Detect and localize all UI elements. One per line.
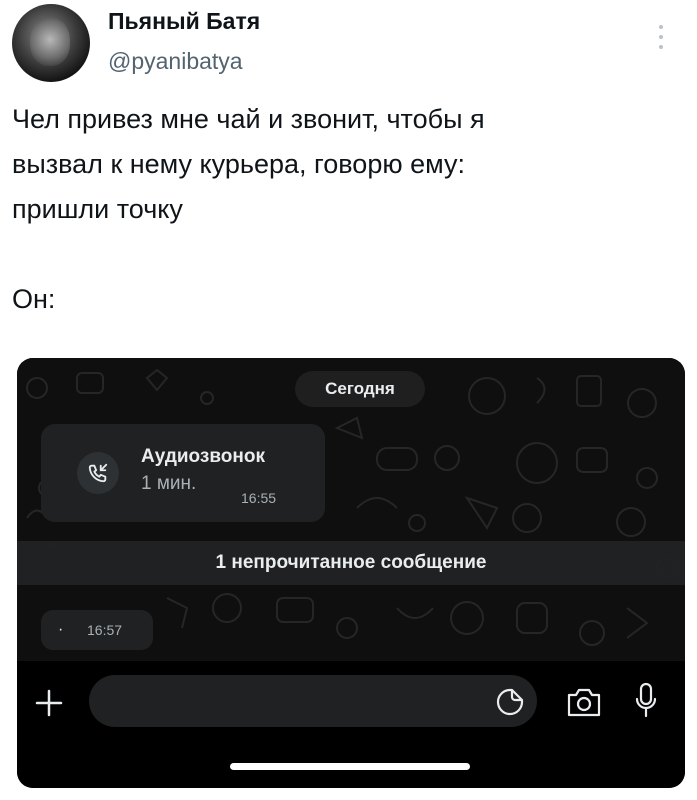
- author-handle[interactable]: @pyanibatya: [108, 48, 243, 75]
- message-bubble[interactable]: · 16:57: [41, 610, 153, 650]
- tweet-text: Чел привез мне чай и звонит, чтобы я выз…: [12, 97, 687, 322]
- chat-background: Сегодня Аудиозвонок 1 мин. 16:55 1 непро…: [17, 358, 685, 661]
- tweet-line: вызвал к нему курьера, говорю ему:: [12, 149, 465, 179]
- avatar[interactable]: [12, 4, 90, 82]
- incoming-call-icon: [77, 452, 119, 494]
- call-title: Аудиозвонок: [141, 446, 265, 467]
- message-timestamp: 16:57: [87, 622, 123, 638]
- tweet-punchline: Он:: [12, 284, 56, 314]
- home-indicator: [230, 763, 470, 770]
- tweet-line: пришли точку: [12, 194, 183, 224]
- message-input[interactable]: [89, 675, 537, 727]
- chat-screenshot: Сегодня Аудиозвонок 1 мин. 16:55 1 непро…: [17, 358, 685, 788]
- call-duration: 1 мин.: [141, 473, 197, 494]
- unread-messages-divider: 1 непрочитанное сообщение: [17, 541, 685, 585]
- author-name[interactable]: Пьяный Батя: [108, 8, 260, 35]
- date-separator: Сегодня: [295, 371, 425, 407]
- message-text: ·: [58, 621, 64, 638]
- composer-bar: [17, 661, 685, 788]
- call-message-bubble[interactable]: Аудиозвонок 1 мин. 16:55: [41, 424, 325, 522]
- more-options-icon[interactable]: [654, 22, 668, 52]
- tweet-line: Чел привез мне чай и звонит, чтобы я: [12, 104, 485, 134]
- camera-icon[interactable]: [565, 685, 603, 719]
- call-timestamp: 16:55: [241, 490, 277, 506]
- microphone-icon[interactable]: [634, 681, 658, 721]
- attach-plus-icon[interactable]: [31, 685, 67, 721]
- sticker-icon[interactable]: [495, 687, 525, 717]
